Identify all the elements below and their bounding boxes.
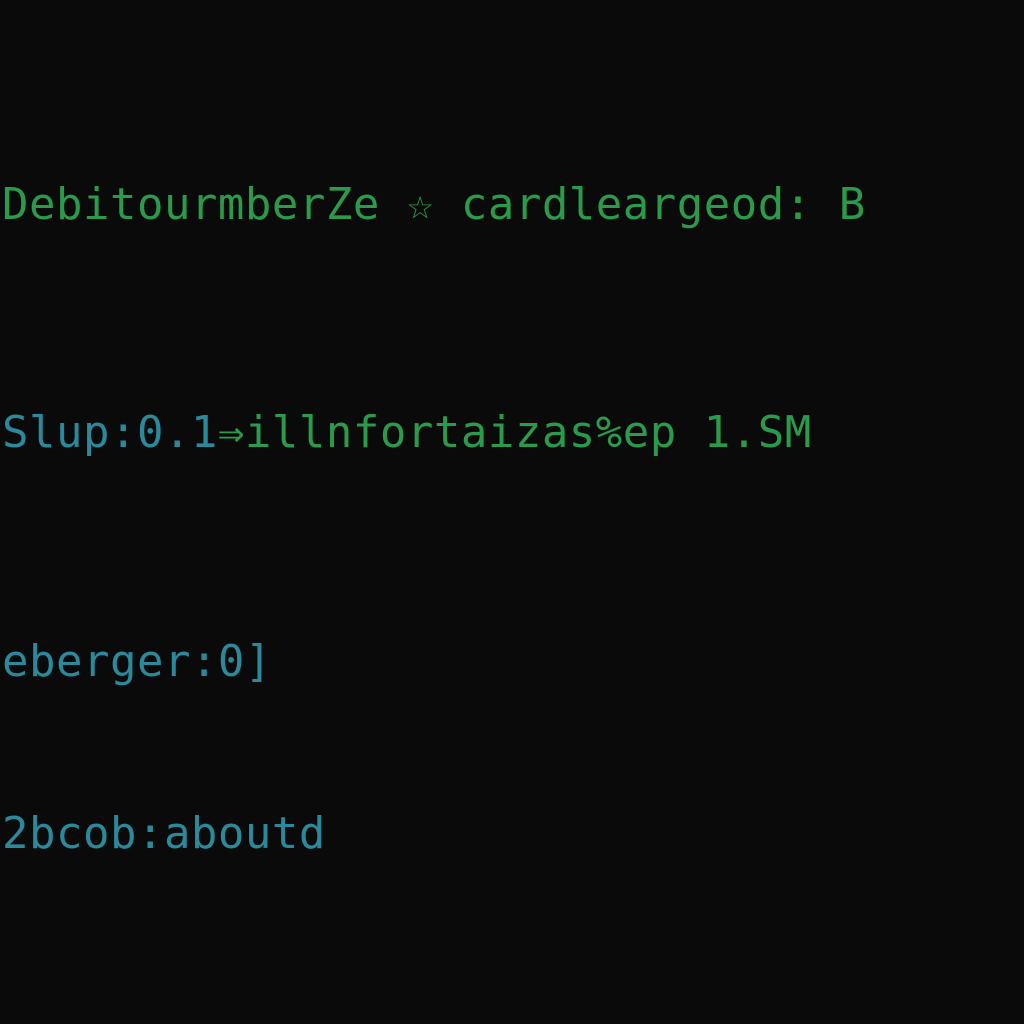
header-line-1: DebitourmberZe ☆ cardleargeod: B [2,176,1024,233]
header-line-2: Slup:0.1⇒illnfortaizas%ep 1.SM [2,404,1024,461]
header-2a: Slup:0.1 [2,407,218,458]
header-1b: cardleargeod: B [434,179,866,230]
terminal-screen: DebitourmberZe ☆ cardleargeod: B Slup:0.… [0,0,1024,1024]
header-line-3: eberger:0] [2,633,1024,690]
header-1a: DebitourmberZe [2,179,407,230]
header-line-4: 2bcob:aboutd [2,805,1024,862]
arrow-icon: ⇒ [218,407,245,458]
glyph-icon: ☆ [407,179,434,230]
header-2b: illnfortaizas%ep 1.SM [245,407,812,458]
